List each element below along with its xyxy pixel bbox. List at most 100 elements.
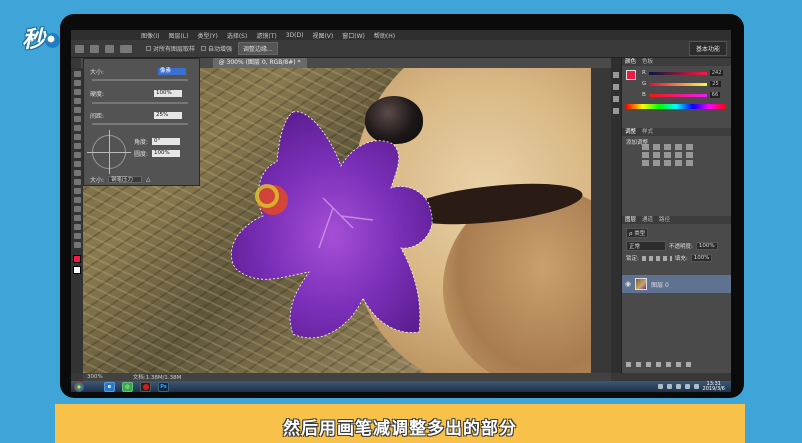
levels-icon[interactable] [653,144,660,150]
red-slider[interactable] [648,71,707,75]
tray-volume-icon[interactable] [693,384,699,389]
eraser-tool-icon[interactable] [73,161,81,167]
fill-field[interactable]: 100% [690,254,713,262]
gradient-tool-icon[interactable] [73,170,81,176]
green-slider[interactable] [649,82,708,86]
menu-filter[interactable]: 滤镜(T) [256,31,276,40]
posterize-icon[interactable] [653,160,660,166]
hand-tool-icon[interactable] [73,233,81,239]
tab-paths[interactable]: 路径 [659,216,670,224]
opacity-field[interactable]: 100% [695,242,718,250]
tab-swatches[interactable]: 色板 [642,58,653,66]
size-slider[interactable] [92,79,188,81]
tray-security-icon[interactable] [675,384,681,389]
start-button[interactable] [74,381,84,392]
sample-all-layers-checkbox[interactable]: 对所有图层取样 [146,44,195,53]
menu-type[interactable]: 类型(Y) [197,31,217,40]
menu-image[interactable]: 图像(I) [141,31,159,40]
marquee-tool-icon[interactable] [73,80,81,86]
hardness-field[interactable]: 100% [154,90,183,97]
layer-kind-filter[interactable]: ρ 类型 [626,228,649,238]
brush-size-picker-icon[interactable] [120,44,132,53]
record-icon[interactable] [140,381,151,392]
refine-edge-button[interactable]: 调整边缘... [238,42,278,55]
tray-help-icon[interactable] [666,384,672,389]
size-field[interactable]: 像素 [158,68,187,75]
exposure-icon[interactable] [675,144,682,150]
trash-icon[interactable] [686,362,691,367]
workspace-switcher[interactable]: 基本功能 [688,41,727,56]
type-tool-icon[interactable] [73,206,81,212]
hue-saturation-icon[interactable] [642,152,649,158]
ie-icon[interactable]: e [104,381,115,392]
hardness-slider[interactable] [92,102,188,104]
pen-tool-icon[interactable] [73,197,81,203]
eyedropper-tool-icon[interactable] [73,116,81,122]
dodge-tool-icon[interactable] [73,188,81,194]
brightness-icon[interactable] [642,144,649,150]
vibrance-icon[interactable] [686,144,693,150]
color-balance-icon[interactable] [653,152,660,158]
tab-color[interactable]: 颜色 [625,58,636,66]
subtract-selection-brush-icon[interactable] [105,44,114,53]
r-value[interactable]: 242 [709,70,724,76]
new-layer-icon[interactable] [676,362,681,367]
spectrum-bar[interactable] [626,104,726,109]
group-icon[interactable] [666,362,671,367]
mask-icon[interactable] [646,362,651,367]
b-value[interactable]: 66 [709,92,721,98]
threshold-icon[interactable] [664,160,671,166]
curves-icon[interactable] [664,144,671,150]
add-selection-brush-icon[interactable] [90,44,99,53]
menu-window[interactable]: 窗口(W) [342,31,365,40]
actions-panel-icon[interactable] [613,96,619,102]
foreground-color-swatch[interactable] [73,255,81,263]
crop-tool-icon[interactable] [73,107,81,113]
menu-view[interactable]: 视图(V) [312,31,333,40]
size-mode-select[interactable]: 钢笔压力 [108,176,143,183]
tab-channels[interactable]: 通道 [642,216,653,224]
selection-brush-icon[interactable] [75,44,84,53]
spacing-field[interactable]: 25% [154,112,183,119]
angle-roundness-dial[interactable] [87,130,131,174]
background-color-swatch[interactable] [73,266,81,274]
lock-icons[interactable] [641,255,672,261]
g-value[interactable]: 25 [710,81,721,87]
angle-field[interactable]: 0° [152,138,181,145]
lasso-tool-icon[interactable] [73,89,81,95]
brush-tool-icon[interactable] [73,134,81,140]
link-icon[interactable] [626,362,631,367]
menu-3d[interactable]: 3D(D) [286,32,304,39]
tab-adjustments[interactable]: 调整 [625,128,636,136]
zoom-tool-icon[interactable] [73,242,81,248]
blue-slider[interactable] [648,93,707,97]
menu-help[interactable]: 帮助(H) [374,31,395,40]
tab-layers[interactable]: 图层 [625,216,636,224]
info-panel-icon[interactable] [613,108,619,114]
fx-icon[interactable] [636,362,641,367]
eye-icon[interactable]: ◉ [625,280,631,288]
selective-color-icon[interactable] [686,160,693,166]
blur-tool-icon[interactable] [73,179,81,185]
tab-styles[interactable]: 样式 [642,128,653,136]
stamp-tool-icon[interactable] [73,143,81,149]
move-tool-icon[interactable] [73,71,81,77]
photo-filter-icon[interactable] [675,152,682,158]
spacing-slider[interactable] [92,123,188,125]
menu-layer[interactable]: 图层(L) [168,31,188,40]
document-tab[interactable]: @ 300% (图层 0, RGB/8#) * [212,58,307,68]
shape-tool-icon[interactable] [73,224,81,230]
tray-network-icon[interactable] [684,384,690,389]
clock[interactable]: 13:31 2019/3/6 [703,381,725,392]
auto-enhance-checkbox[interactable]: 自动增强 [201,44,232,53]
properties-panel-icon[interactable] [613,84,619,90]
roundness-field[interactable]: 100% [152,150,181,157]
layer-row[interactable]: ◉ 图层 0 [622,275,731,293]
black-white-icon[interactable] [664,152,671,158]
history-panel-icon[interactable] [613,72,619,78]
path-selection-icon[interactable] [73,215,81,221]
channel-mixer-icon[interactable] [686,152,693,158]
photoshop-icon[interactable]: Ps [158,381,169,392]
fg-color-preview[interactable] [626,70,636,80]
quick-selection-tool-icon[interactable] [73,98,81,104]
